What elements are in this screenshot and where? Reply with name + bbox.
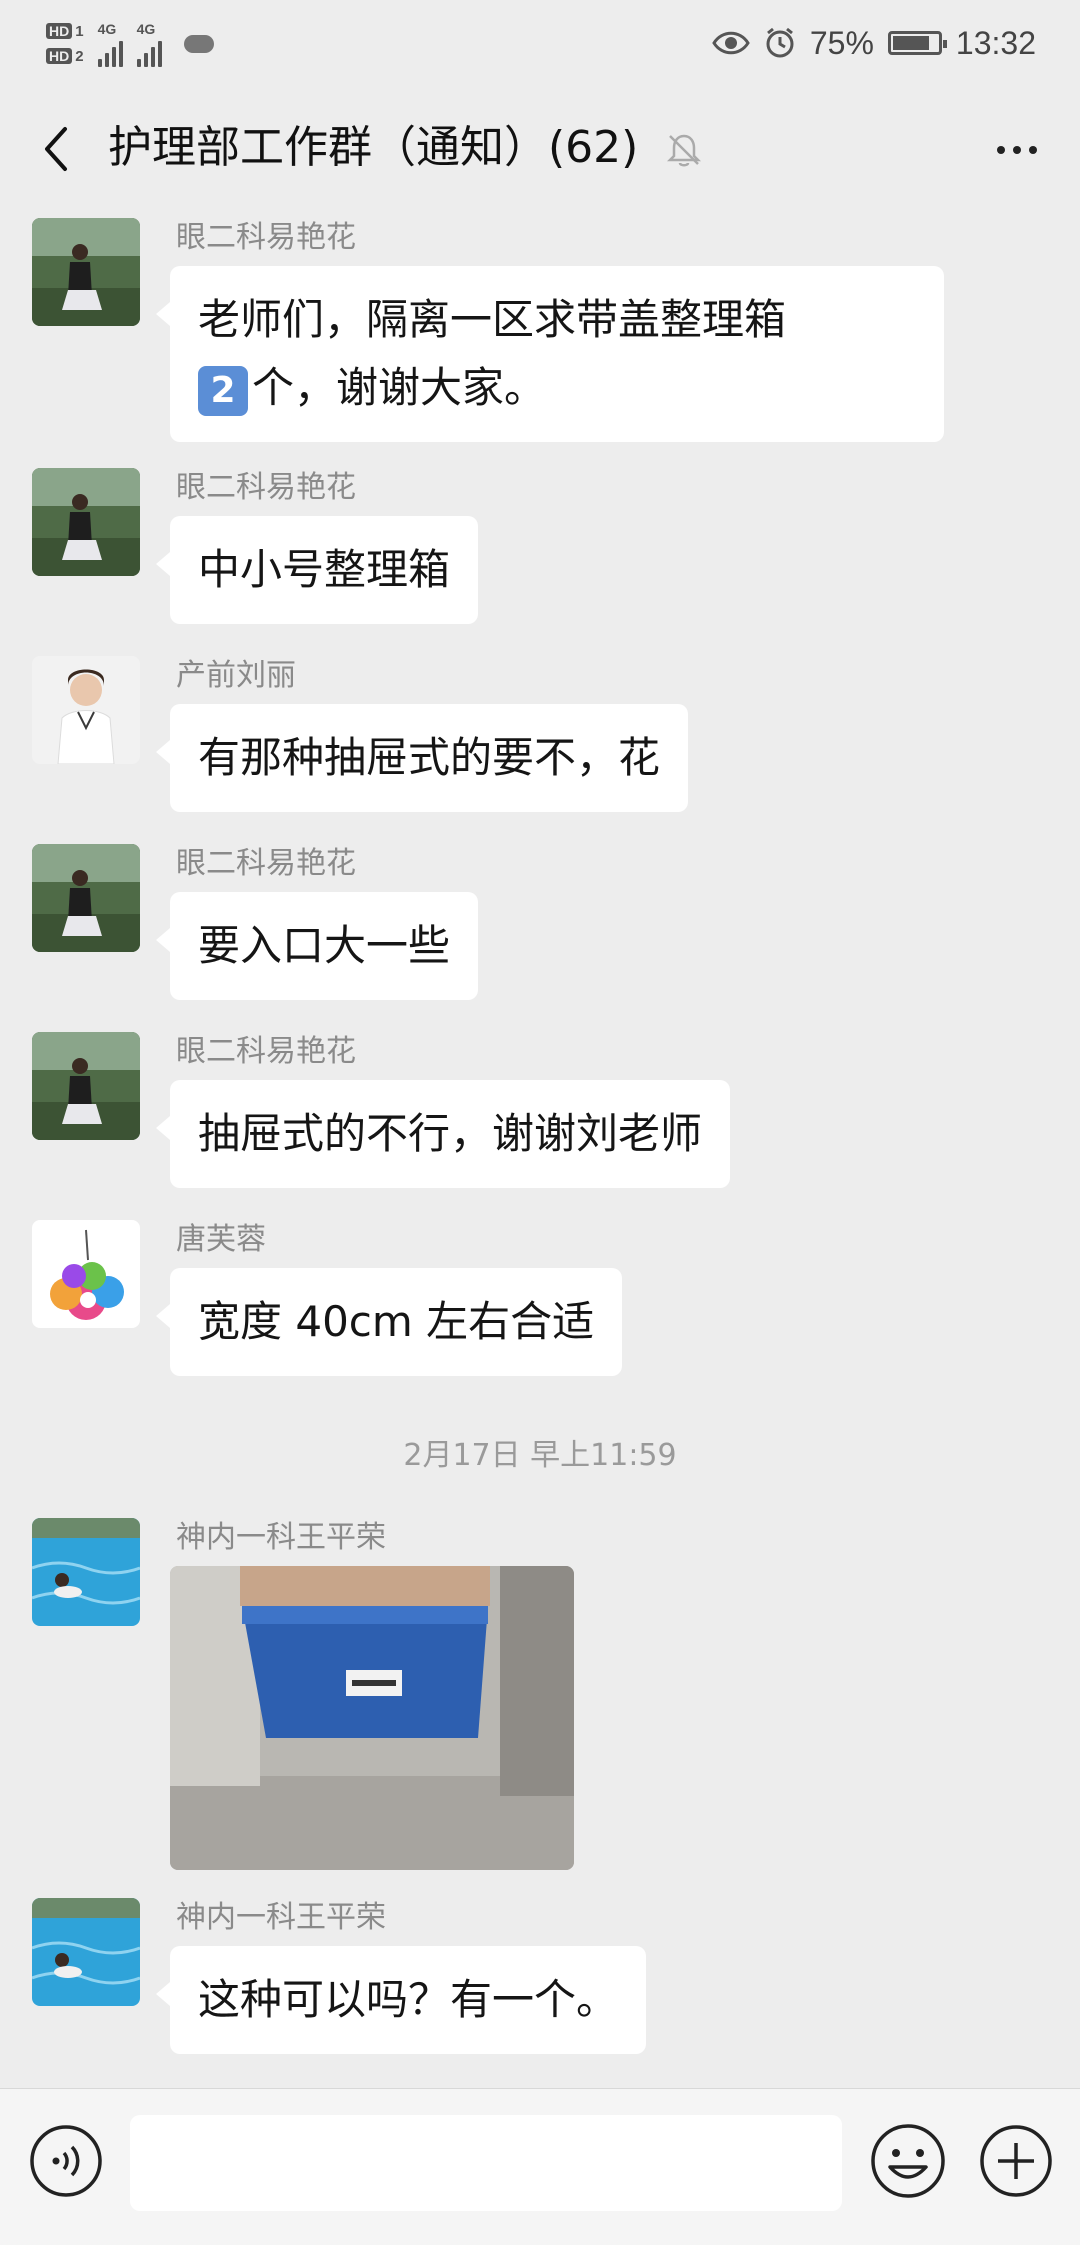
sender-name: 眼二科易艳花 <box>176 220 356 255</box>
more-button[interactable] <box>982 120 1052 180</box>
sender-name: 神内一科王平荣 <box>176 1900 386 1935</box>
alarm-icon <box>766 27 794 58</box>
message-list[interactable]: 眼二科易艳花 老师们，隔离一区求带盖整理箱 2 个，谢谢大家。 眼二科易艳花 中小… <box>0 212 1080 2088</box>
message-bubble[interactable]: 有那种抽屉式的要不，花 <box>155 704 689 812</box>
battery-fill <box>892 36 929 50</box>
battery-icon <box>887 31 947 55</box>
message-text: 有那种抽屉式的要不，花 <box>198 733 661 782</box>
avatar[interactable] <box>32 218 140 326</box>
message-image[interactable] <box>170 1566 574 1870</box>
plus-icon[interactable] <box>978 2123 1054 2199</box>
hd1-indicator: HD 1 <box>46 22 84 41</box>
clock: 13:32 <box>955 24 1036 61</box>
message-bubble[interactable]: 中小号整理箱 <box>155 516 479 624</box>
message-bubble[interactable]: 抽屉式的不行，谢谢刘老师 <box>155 1080 731 1188</box>
voice-icon[interactable] <box>28 2123 104 2199</box>
signal-icon: 4G <box>97 21 123 67</box>
input-bar <box>0 2088 1080 2245</box>
eye-icon <box>712 31 750 55</box>
bell-muted-icon <box>666 134 702 167</box>
chat-title: 护理部工作群（通知）(62) <box>108 122 639 173</box>
more-icon <box>997 146 1005 154</box>
sender-name: 唐芙蓉 <box>176 1222 266 1257</box>
timestamp: 2月17日 早上11:59 <box>403 1438 677 1473</box>
avatar[interactable] <box>32 468 140 576</box>
message-text: 个，谢谢大家。 <box>252 363 547 412</box>
message-text: 宽度 40cm 左右合适 <box>198 1297 595 1346</box>
chat-header: 护理部工作群（通知）(62) <box>0 86 1080 212</box>
signal-icon-2: 4G <box>136 21 162 67</box>
back-button[interactable] <box>26 114 86 184</box>
message-text: 这种可以吗？有一个。 <box>198 1975 619 2024</box>
emoji-icon[interactable] <box>868 2121 948 2201</box>
avatar[interactable] <box>32 1518 140 1626</box>
sender-name: 眼二科易艳花 <box>176 470 356 505</box>
avatar[interactable] <box>32 1898 140 2006</box>
sender-name: 眼二科易艳花 <box>176 1034 356 1069</box>
sender-name: 神内一科王平荣 <box>176 1520 386 1555</box>
message-text: 抽屉式的不行，谢谢刘老师 <box>198 1109 703 1158</box>
hd2-indicator: HD 2 <box>46 47 84 66</box>
message-bubble[interactable]: 要入口大一些 <box>155 892 479 1000</box>
message-bubble[interactable]: 宽度 40cm 左右合适 <box>155 1268 623 1376</box>
battery-percent: 75% <box>809 24 874 61</box>
sender-name: 产前刘丽 <box>176 658 296 693</box>
message-text: 要入口大一些 <box>198 921 451 970</box>
message-bubble[interactable]: 老师们，隔离一区求带盖整理箱 2 个，谢谢大家。 <box>156 266 944 442</box>
status-bar: HD 1 HD 2 4G 4G 75% 13:32 <box>0 0 1080 86</box>
sender-name: 眼二科易艳花 <box>176 846 356 881</box>
keycap-2-emoji: 2 <box>198 365 248 416</box>
avatar[interactable] <box>32 1032 140 1140</box>
chevron-left-icon <box>45 127 67 171</box>
avatar[interactable] <box>32 656 140 764</box>
message-bubble[interactable]: 这种可以吗？有一个。 <box>155 1946 647 2054</box>
message-text: 中小号整理箱 <box>198 545 451 594</box>
avatar[interactable] <box>32 1220 140 1328</box>
message-text: 老师们，隔离一区求带盖整理箱 <box>198 295 787 344</box>
avatar[interactable] <box>32 844 140 952</box>
cloud-icon <box>183 35 214 53</box>
message-input[interactable] <box>130 2115 842 2211</box>
